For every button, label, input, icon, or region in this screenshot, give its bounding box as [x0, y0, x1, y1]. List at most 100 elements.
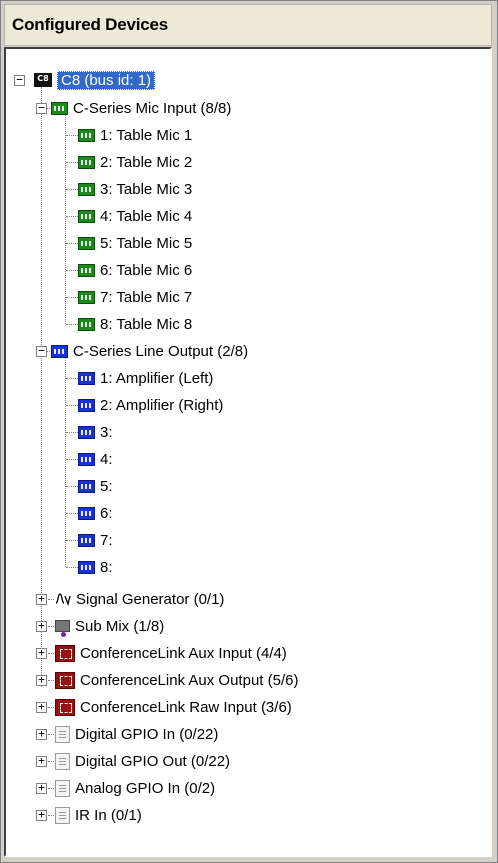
channel-label: 1: Amplifier (Left) [100, 369, 214, 387]
channel-node[interactable]: 4: [78, 448, 113, 470]
group-node[interactable]: Analog GPIO In (0/2) [55, 777, 215, 799]
tree-connector [66, 486, 78, 487]
tree-connector [48, 680, 54, 681]
channel-node[interactable]: 8: Table Mic 8 [78, 313, 192, 335]
channel-node[interactable]: 7: Table Mic 7 [78, 286, 192, 308]
device-icon: C8 [34, 73, 52, 87]
tree-connector [48, 707, 54, 708]
group-node[interactable]: ConferenceLink Raw Input (3/6) [55, 696, 292, 718]
channel-label: 5: Table Mic 5 [100, 234, 193, 252]
configured-devices-panel: Configured Devices − C8 C8 (bus id: 1) −… [0, 0, 498, 863]
expand-toggle[interactable]: + [36, 809, 47, 821]
sub-mix-icon [55, 620, 70, 637]
channel-node[interactable]: 1: Amplifier (Left) [78, 367, 213, 389]
device-node[interactable]: C8 C8 (bus id: 1) [34, 69, 156, 91]
gpio-icon [55, 752, 70, 770]
channel-node[interactable]: 5: Table Mic 5 [78, 232, 192, 254]
channel-label: 6: [100, 504, 113, 522]
channel-node[interactable]: 5: [78, 475, 113, 497]
channel-node[interactable]: 6: [78, 502, 113, 524]
group-node[interactable]: Digital GPIO In (0/22) [55, 723, 218, 745]
device-tree[interactable]: − C8 C8 (bus id: 1) − C-Series Mic Input… [4, 47, 492, 857]
mic-input-icon [78, 209, 95, 223]
channel-label: 2: Table Mic 2 [100, 153, 193, 171]
channel-label: 4: [100, 450, 113, 468]
expand-toggle[interactable]: + [36, 755, 47, 767]
channel-node[interactable]: 1: Table Mic 1 [78, 124, 192, 146]
mic-input-icon [78, 155, 95, 169]
group-node[interactable]: Signal Generator (0/1) [55, 588, 224, 610]
channel-node[interactable]: 8: [78, 556, 113, 578]
signal-generator-icon [55, 591, 71, 607]
collapse-toggle[interactable]: − [36, 345, 47, 357]
channel-node[interactable]: 3: Table Mic 3 [78, 178, 192, 200]
tree-connector [66, 540, 78, 541]
group-label: Signal Generator (0/1) [76, 590, 225, 608]
channel-label: 5: [100, 477, 113, 495]
channel-label: 3: [100, 423, 113, 441]
group-label: ConferenceLink Aux Input (4/4) [80, 644, 287, 662]
group-label: ConferenceLink Raw Input (3/6) [80, 698, 292, 716]
group-label: Digital GPIO In (0/22) [75, 725, 219, 743]
expand-toggle[interactable]: + [36, 674, 47, 686]
expand-toggle[interactable]: + [36, 620, 47, 632]
channel-node[interactable]: 2: Table Mic 2 [78, 151, 192, 173]
tree-connector [66, 459, 78, 460]
line-output-icon [78, 425, 95, 439]
tree-connector [66, 297, 78, 298]
tree-connector [66, 432, 78, 433]
tree-connector [48, 734, 54, 735]
channel-label: 7: Table Mic 7 [100, 288, 193, 306]
tree-connector [66, 405, 78, 406]
mic-input-icon [78, 317, 95, 331]
channel-node[interactable]: 2: Amplifier (Right) [78, 394, 223, 416]
mic-input-icon [51, 101, 68, 115]
collapse-toggle[interactable]: − [14, 74, 25, 86]
line-output-icon [51, 344, 68, 358]
line-output-icon [78, 398, 95, 412]
expand-toggle[interactable]: + [36, 728, 47, 740]
tree-connector [48, 815, 54, 816]
group-node[interactable]: Digital GPIO Out (0/22) [55, 750, 230, 772]
collapse-toggle[interactable]: − [36, 102, 47, 114]
channel-label: 1: Table Mic 1 [100, 126, 193, 144]
line-output-icon [78, 506, 95, 520]
line-output-icon [78, 533, 95, 547]
line-output-icon [78, 479, 95, 493]
tree-connector [66, 567, 78, 568]
tree-connector [48, 653, 54, 654]
group-node-line-output[interactable]: C-Series Line Output (2/8) [51, 340, 248, 362]
group-label: ConferenceLink Aux Output (5/6) [80, 671, 299, 689]
channel-node[interactable]: 6: Table Mic 6 [78, 259, 192, 281]
group-node[interactable]: IR In (0/1) [55, 804, 142, 826]
channel-label: 4: Table Mic 4 [100, 207, 193, 225]
group-node[interactable]: ConferenceLink Aux Input (4/4) [55, 642, 287, 664]
channel-node[interactable]: 3: [78, 421, 113, 443]
group-label: IR In (0/1) [75, 806, 142, 824]
tree-connector [48, 761, 54, 762]
channel-node[interactable]: 7: [78, 529, 113, 551]
channel-label: 6: Table Mic 6 [100, 261, 193, 279]
expand-toggle[interactable]: + [36, 647, 47, 659]
tree-connector [48, 599, 54, 600]
expand-toggle[interactable]: + [36, 593, 47, 605]
channel-node[interactable]: 4: Table Mic 4 [78, 205, 192, 227]
mic-input-icon [78, 290, 95, 304]
group-node[interactable]: ConferenceLink Aux Output (5/6) [55, 669, 298, 691]
tree-connector [48, 626, 54, 627]
tree-connector [65, 357, 66, 567]
channel-label: 7: [100, 531, 113, 549]
expand-toggle[interactable]: + [36, 701, 47, 713]
group-node-mic-input[interactable]: C-Series Mic Input (8/8) [51, 97, 231, 119]
line-output-icon [78, 371, 95, 385]
tree-connector [66, 243, 78, 244]
tree-connector [66, 216, 78, 217]
group-label: C-Series Line Output (2/8) [73, 342, 249, 360]
tree-connector [66, 378, 78, 379]
group-node[interactable]: Sub Mix (1/8) [55, 615, 164, 637]
group-label: Analog GPIO In (0/2) [75, 779, 216, 797]
expand-toggle[interactable]: + [36, 782, 47, 794]
mic-input-icon [78, 263, 95, 277]
group-label: Sub Mix (1/8) [75, 617, 165, 635]
tree-connector [66, 162, 78, 163]
